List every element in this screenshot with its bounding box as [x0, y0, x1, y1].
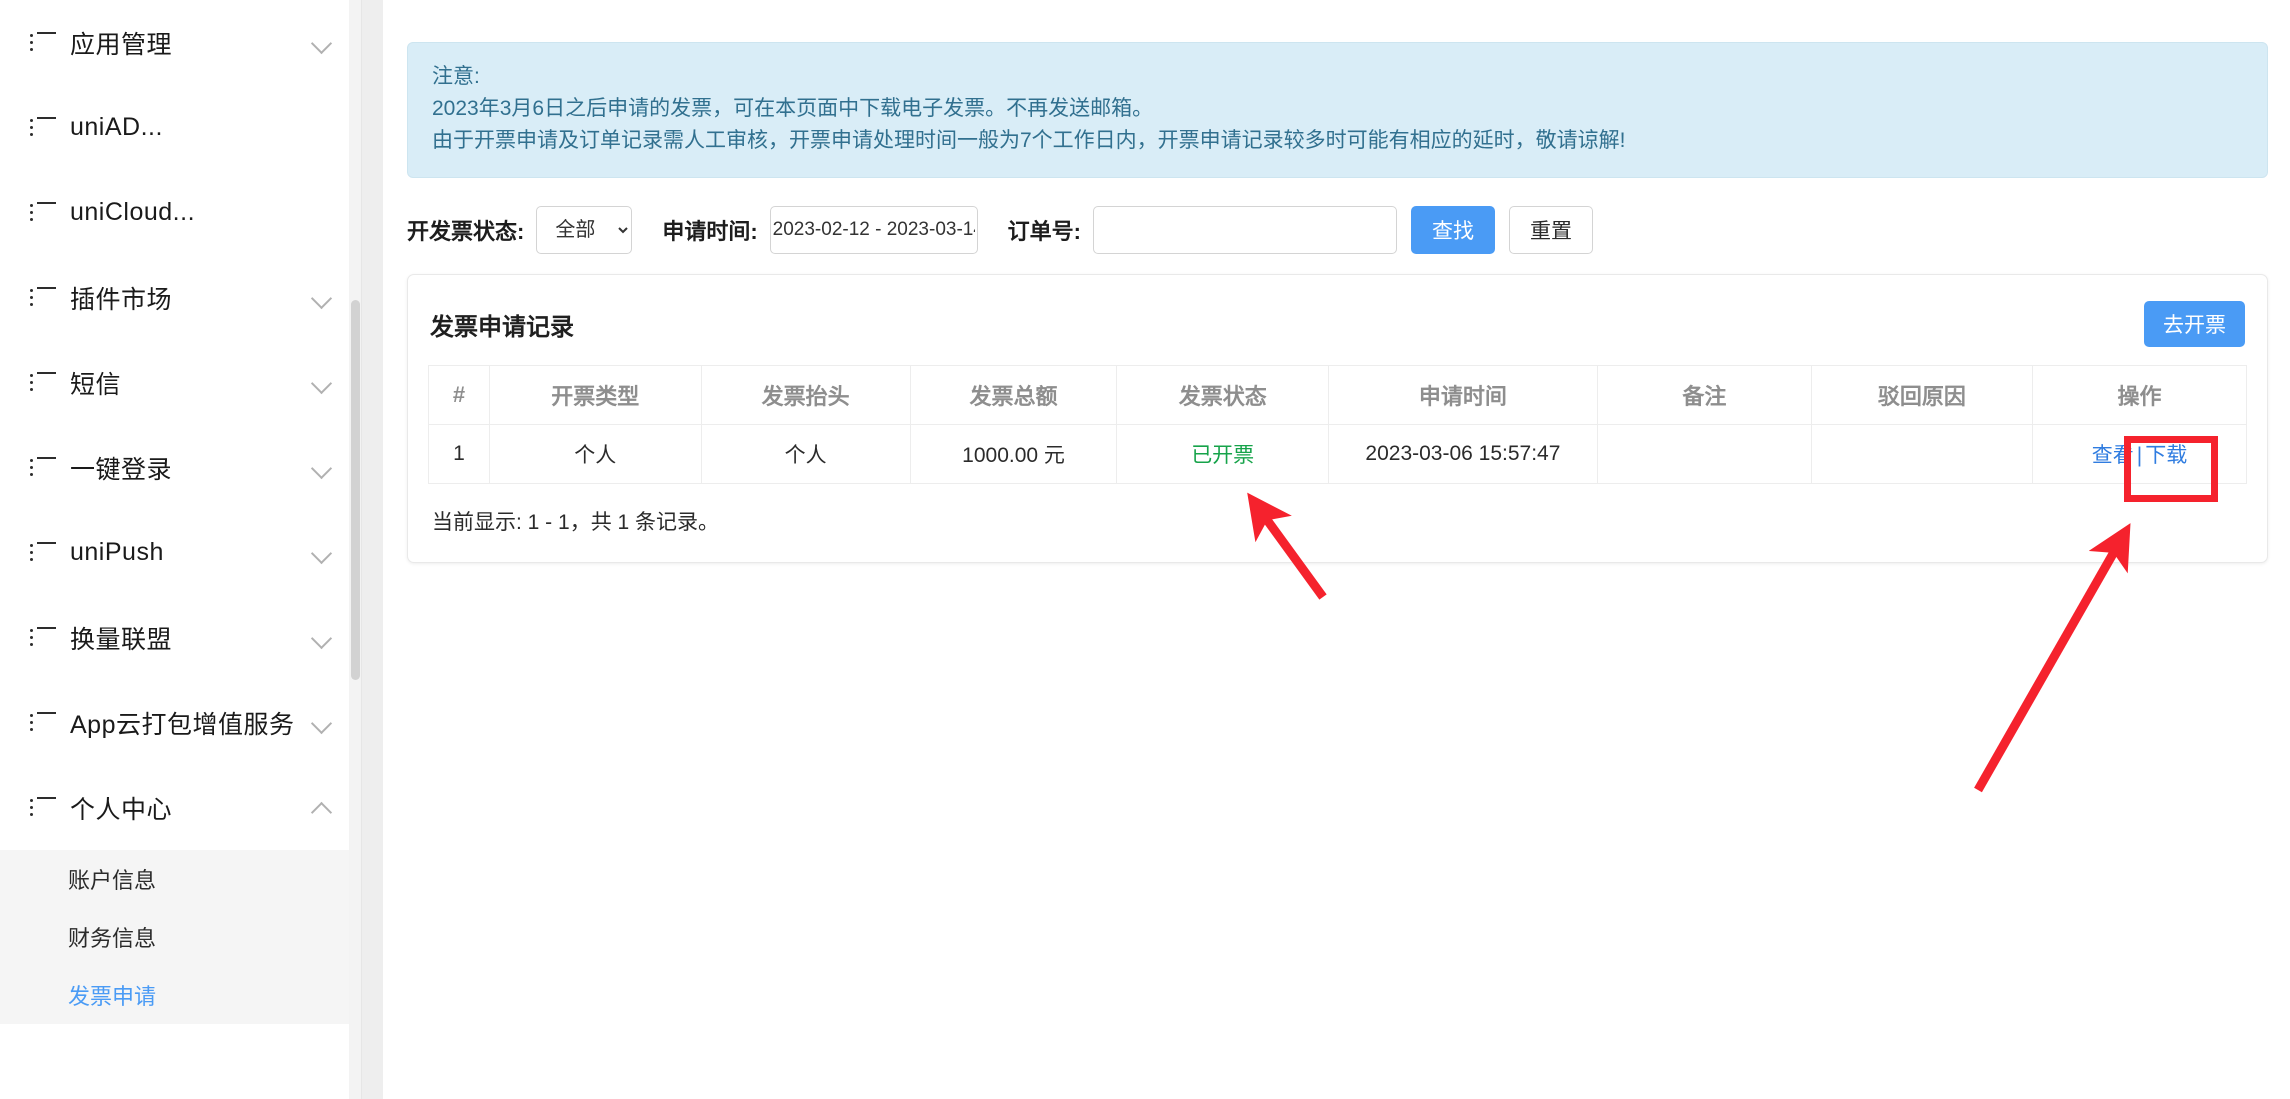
- cell-title: 个人: [700, 424, 911, 484]
- notice-banner: 注意: 2023年3月6日之后申请的发票，可在本页面中下载电子发票。不再发送邮箱…: [407, 42, 2268, 178]
- sidebar-item-label: uniCloud...: [70, 198, 196, 226]
- chevron-down-icon[interactable]: [311, 32, 333, 54]
- chevron-down-icon[interactable]: [311, 627, 333, 649]
- chevron-down-icon[interactable]: [311, 372, 333, 394]
- col-header-reject: 驳回原因: [1810, 365, 2033, 425]
- sidebar-item-personal-center[interactable]: 个人中心: [0, 765, 361, 850]
- invoice-records-card: 发票申请记录 去开票 # 开票类型 发票抬头 发票总额 发票状态 申请时间 备注…: [407, 274, 2268, 563]
- chevron-down-icon[interactable]: [311, 712, 333, 734]
- list-icon: [30, 286, 56, 309]
- sidebar-scrollbar-track[interactable]: [349, 0, 361, 1099]
- sidebar-subitem-finance-info[interactable]: 财务信息: [0, 908, 361, 966]
- list-icon: [30, 711, 56, 734]
- col-header-time: 申请时间: [1327, 365, 1598, 425]
- sidebar-item-label: uniAD...: [70, 113, 163, 141]
- sidebar-item-label: 换量联盟: [70, 625, 173, 654]
- search-button[interactable]: 查找: [1410, 206, 1495, 254]
- sidebar-item-unipush[interactable]: uniPush: [0, 510, 361, 595]
- sidebar-subitem-label: 财务信息: [68, 926, 157, 951]
- table-header-row: # 开票类型 发票抬头 发票总额 发票状态 申请时间 备注 驳回原因 操作: [428, 365, 2248, 425]
- table-row: 1 个人 个人 1000.00 元 已开票 2023-03-06 15:57:4…: [428, 424, 2248, 484]
- sidebar-item-sms[interactable]: 短信: [0, 340, 361, 425]
- sidebar-item-label: 短信: [70, 370, 122, 399]
- list-icon: [30, 31, 56, 54]
- download-link[interactable]: 下载: [2145, 444, 2187, 467]
- apply-time-label: 申请时间:: [662, 219, 758, 244]
- sidebar: 应用管理 uniAD... uniCloud... 插件市场 短信 一键登录 u…: [0, 0, 362, 1099]
- apply-time-range-input[interactable]: [769, 206, 978, 254]
- sidebar-subitem-label: 账户信息: [68, 868, 157, 893]
- view-link[interactable]: 查看: [2092, 444, 2134, 467]
- sidebar-item-one-click-login[interactable]: 一键登录: [0, 425, 361, 510]
- col-header-title: 发票抬头: [700, 365, 911, 425]
- chevron-up-icon[interactable]: [311, 797, 333, 819]
- list-icon: [30, 456, 56, 479]
- sidebar-item-label: 个人中心: [70, 795, 173, 824]
- sidebar-item-app-management[interactable]: 应用管理: [0, 0, 361, 85]
- list-icon: [30, 201, 56, 224]
- card-title: 发票申请记录: [430, 313, 574, 341]
- invoice-status-select[interactable]: 全部: [536, 206, 633, 254]
- cell-apply-time: 2023-03-06 15:57:47: [1327, 424, 1598, 484]
- main-content: 注意: 2023年3月6日之后申请的发票，可在本页面中下载电子发票。不再发送邮箱…: [383, 0, 2290, 1099]
- sidebar-item-label: 一键登录: [70, 455, 173, 484]
- order-number-input[interactable]: [1092, 206, 1397, 254]
- filter-bar: 开发票状态: 全部 申请时间: 订单号: 查找 重置: [407, 206, 2290, 254]
- order-number-label: 订单号:: [1007, 219, 1081, 244]
- list-icon: [30, 626, 56, 649]
- list-icon: [30, 116, 56, 139]
- col-header-type: 开票类型: [488, 365, 702, 425]
- page-root: 应用管理 uniAD... uniCloud... 插件市场 短信 一键登录 u…: [0, 0, 2290, 1099]
- cell-reject-reason: [1810, 424, 2033, 484]
- action-separator: |: [2136, 444, 2143, 467]
- chevron-down-icon[interactable]: [311, 457, 333, 479]
- sidebar-subitem-account-info[interactable]: 账户信息: [0, 850, 361, 908]
- sidebar-item-unicloud[interactable]: uniCloud...: [0, 170, 361, 255]
- col-header-index: #: [428, 365, 490, 425]
- col-header-amount: 发票总额: [909, 365, 1118, 425]
- sidebar-item-label: 应用管理: [70, 30, 173, 59]
- list-icon: [30, 541, 56, 564]
- notice-line-2: 由于开票申请及订单记录需人工审核，开票申请处理时间一般为7个工作日内，开票申请记…: [432, 129, 1626, 152]
- pagination-summary: 当前显示: 1 - 1，共 1 条记录。: [432, 511, 720, 534]
- cell-status: 已开票: [1116, 424, 1329, 484]
- notice-line-1: 2023年3月6日之后申请的发票，可在本页面中下载电子发票。不再发送邮箱。: [432, 97, 1154, 120]
- invoice-records-table: # 开票类型 发票抬头 发票总额 发票状态 申请时间 备注 驳回原因 操作 1: [428, 365, 2248, 484]
- sidebar-item-label: 插件市场: [70, 285, 173, 314]
- chevron-down-icon[interactable]: [311, 287, 333, 309]
- cell-amount: 1000.00 元: [909, 424, 1118, 484]
- table-head: # 开票类型 发票抬头 发票总额 发票状态 申请时间 备注 驳回原因 操作: [428, 365, 2248, 425]
- sidebar-submenu-personal-center: 账户信息 财务信息 发票申请: [0, 850, 361, 1024]
- cell-remark: [1596, 424, 1812, 484]
- sidebar-item-label: App云打包增值服务: [70, 710, 295, 739]
- invoice-status-label: 开发票状态:: [407, 219, 525, 244]
- sidebar-item-label: uniPush: [70, 538, 164, 566]
- go-to-invoice-button[interactable]: 去开票: [2144, 301, 2245, 347]
- cell-action: 查看 | 下载: [2031, 424, 2248, 484]
- reset-button[interactable]: 重置: [1508, 206, 1593, 254]
- col-header-remark: 备注: [1596, 365, 1812, 425]
- col-header-action: 操作: [2031, 365, 2248, 425]
- sidebar-item-uniad[interactable]: uniAD...: [0, 85, 361, 170]
- sidebar-item-traffic-alliance[interactable]: 换量联盟: [0, 595, 361, 680]
- status-badge: 已开票: [1191, 444, 1255, 467]
- layout-gap: [362, 0, 383, 1099]
- sidebar-item-app-cloud-packaging[interactable]: App云打包增值服务: [0, 680, 361, 765]
- sidebar-item-plugin-market[interactable]: 插件市场: [0, 255, 361, 340]
- list-icon: [30, 371, 56, 394]
- card-header: 发票申请记录 去开票: [428, 293, 2247, 351]
- sidebar-subitem-label: 发票申请: [68, 984, 157, 1009]
- table-body: 1 个人 个人 1000.00 元 已开票 2023-03-06 15:57:4…: [428, 424, 2248, 484]
- col-header-status: 发票状态: [1116, 365, 1329, 425]
- list-icon: [30, 796, 56, 819]
- sidebar-subitem-invoice-application[interactable]: 发票申请: [0, 966, 361, 1024]
- cell-index: 1: [428, 424, 490, 484]
- chevron-down-icon[interactable]: [311, 542, 333, 564]
- notice-title: 注意:: [432, 65, 480, 88]
- cell-type: 个人: [488, 424, 702, 484]
- sidebar-scrollbar-thumb[interactable]: [351, 300, 360, 680]
